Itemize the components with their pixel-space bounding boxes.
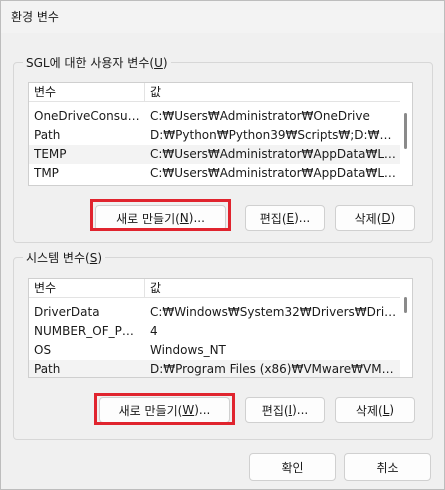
user-edit-button[interactable]: 편집(E)... [245, 205, 325, 231]
var-value: D:₩Python₩Python39₩Scripts₩;D:₩Python₩Py… [150, 128, 398, 142]
var-value: D:₩Program Files (x86)₩VMware₩VMware Wor… [150, 362, 398, 376]
table-row[interactable]: Path D:₩Python₩Python39₩Scripts₩;D:₩Pyth… [29, 126, 400, 145]
table-row[interactable]: TMP C:₩Users₩Administrator₩AppData₩Local… [29, 164, 400, 183]
table-row[interactable]: NUMBER_OF_PROCESSORS 4 [29, 322, 400, 341]
list-header: 변수 값 [29, 83, 400, 102]
system-variables-list[interactable]: 변수 값 DriverData C:₩Windows₩System32₩Driv… [28, 278, 413, 378]
user-new-button[interactable]: 새로 만들기(N)... [95, 205, 226, 231]
var-name: OS [34, 343, 52, 357]
user-variables-list[interactable]: 변수 값 OneDriveConsumer C:₩Users₩Administr… [28, 82, 413, 186]
table-row-selected[interactable]: TEMP C:₩Users₩Administrator₩AppData₩Loca… [29, 145, 400, 164]
system-new-button[interactable]: 새로 만들기(W)... [99, 397, 230, 423]
system-variables-label: 시스템 변수(S) [23, 249, 106, 266]
ok-button[interactable]: 확인 [249, 453, 336, 481]
var-value: C:₩Users₩Administrator₩AppData₩Local₩Tem… [150, 166, 398, 180]
system-variables-group: 시스템 변수(S) 변수 값 DriverData C:₩Windows₩Sys… [13, 249, 433, 440]
scrollbar-thumb[interactable] [404, 297, 407, 313]
var-name: DriverData [34, 305, 100, 319]
var-value: Windows_NT [150, 343, 226, 357]
column-header-name[interactable]: 변수 [34, 279, 142, 298]
cancel-button[interactable]: 취소 [344, 453, 431, 481]
vertical-scrollbar[interactable] [400, 83, 412, 185]
user-variables-label: SGL에 대한 사용자 변수(U) [23, 54, 171, 71]
var-name: NUMBER_OF_PROCESSORS [34, 324, 142, 338]
var-name: Path [34, 128, 61, 142]
var-name: TEMP [34, 147, 67, 161]
var-name: OneDriveConsumer [34, 109, 142, 123]
user-variables-group: SGL에 대한 사용자 변수(U) 변수 값 OneDriveConsumer … [13, 54, 433, 243]
system-edit-button[interactable]: 편집(I)... [245, 397, 325, 423]
column-header-value[interactable]: 값 [150, 83, 398, 102]
table-row-selected[interactable]: Path D:₩Program Files (x86)₩VMware₩VMwar… [29, 360, 400, 377]
table-row[interactable]: OS Windows_NT [29, 341, 400, 360]
system-delete-button[interactable]: 삭제(L) [335, 397, 415, 423]
environment-variables-dialog: 환경 변수 SGL에 대한 사용자 변수(U) 변수 값 OneDriveCon… [0, 0, 445, 490]
column-header-name[interactable]: 변수 [34, 83, 142, 102]
scrollbar-thumb[interactable] [404, 113, 407, 149]
list-header: 변수 값 [29, 279, 400, 298]
var-name: Path [34, 362, 61, 376]
var-value: 4 [150, 324, 158, 338]
table-row[interactable]: OneDriveConsumer C:₩Users₩Administrator₩… [29, 107, 400, 126]
var-name: TMP [34, 166, 59, 180]
var-value: C:₩Users₩Administrator₩OneDrive [150, 109, 370, 123]
dialog-title: 환경 변수 [1, 1, 444, 33]
var-value: C:₩Users₩Administrator₩AppData₩Local₩Tem… [150, 147, 398, 161]
vertical-scrollbar[interactable] [400, 279, 412, 377]
var-value: C:₩Windows₩System32₩Drivers₩DriverData [150, 305, 398, 319]
user-delete-button[interactable]: 삭제(D) [335, 205, 415, 231]
table-row[interactable]: DriverData C:₩Windows₩System32₩Drivers₩D… [29, 303, 400, 322]
column-header-value[interactable]: 값 [150, 279, 398, 298]
